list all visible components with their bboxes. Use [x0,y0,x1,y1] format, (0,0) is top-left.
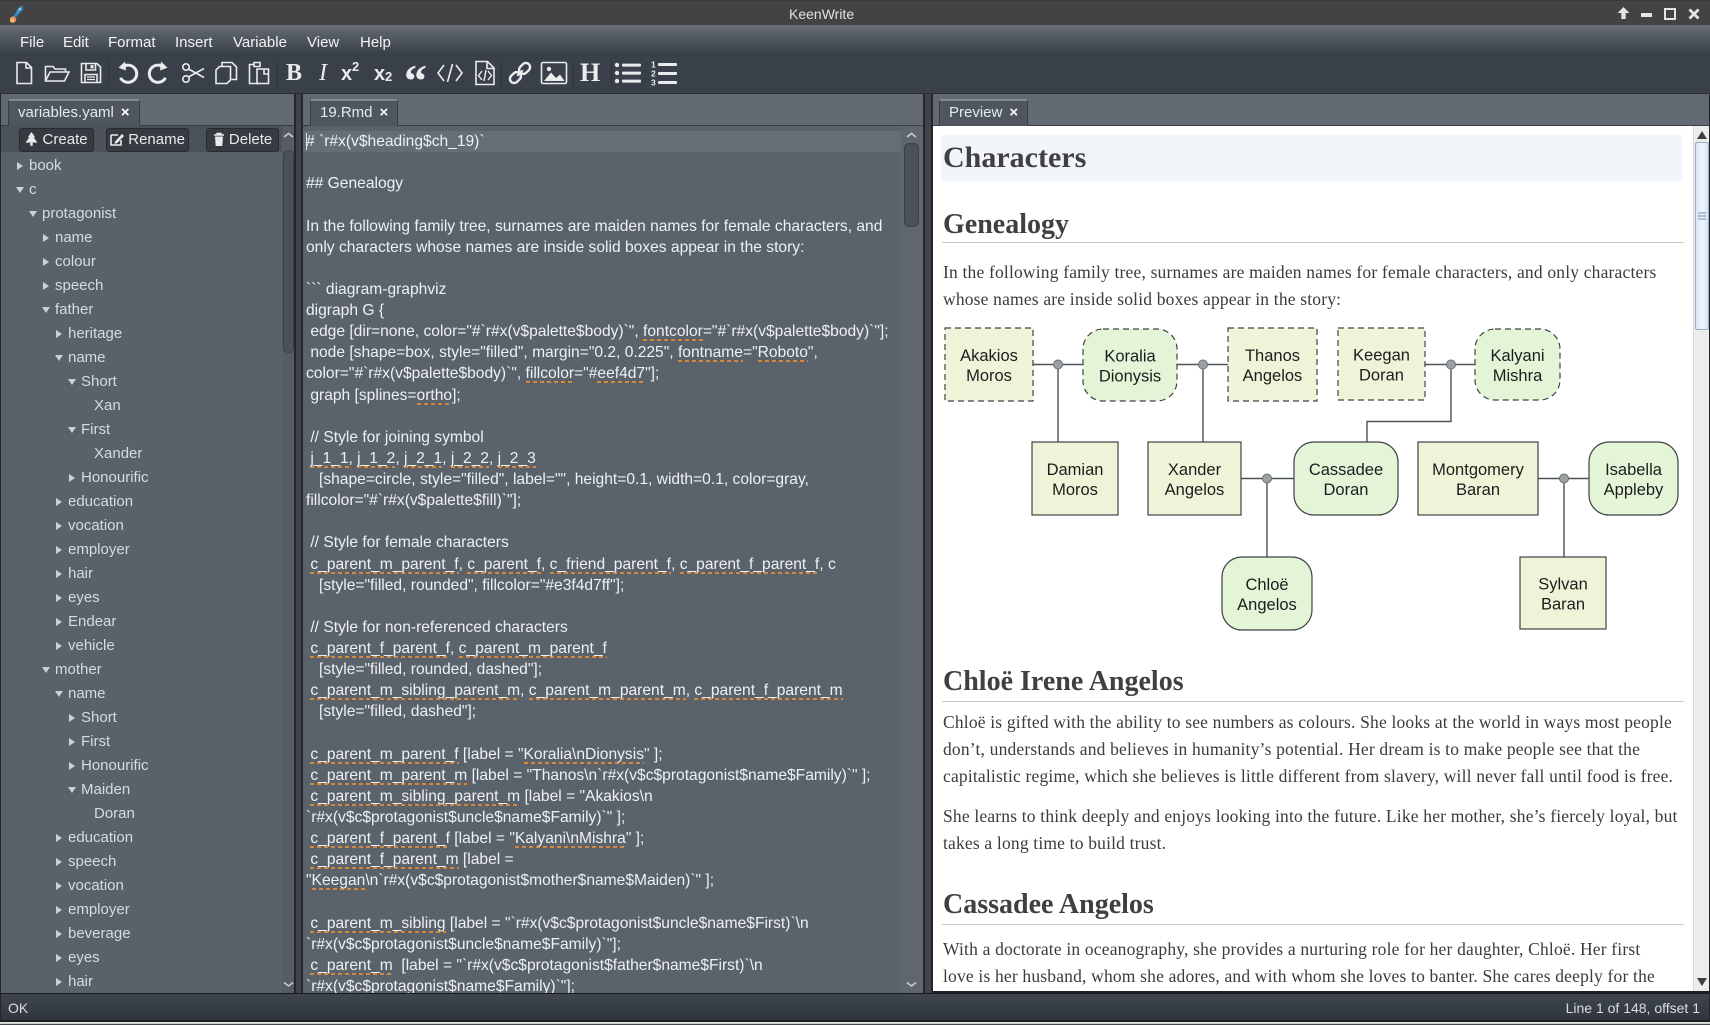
svg-text:Montgomery: Montgomery [1432,461,1524,479]
svg-text:Angelos: Angelos [1165,481,1225,499]
svg-text:Kalyani: Kalyani [1490,347,1544,365]
svg-text:Baran: Baran [1541,596,1585,614]
svg-text:Baran: Baran [1456,481,1500,499]
svg-text:Dionysis: Dionysis [1099,368,1161,386]
svg-text:Angelos: Angelos [1243,367,1303,385]
svg-text:Cassadee: Cassadee [1309,461,1383,479]
svg-text:Moros: Moros [966,367,1012,385]
svg-text:Isabella: Isabella [1605,461,1663,479]
svg-text:Appleby: Appleby [1604,481,1664,499]
svg-text:Thanos: Thanos [1245,347,1300,365]
svg-text:Xander: Xander [1168,461,1222,479]
svg-text:Moros: Moros [1052,481,1098,499]
svg-text:Akakios: Akakios [960,347,1018,365]
svg-text:Damian: Damian [1047,461,1104,479]
svg-text:Koralia: Koralia [1104,348,1156,366]
svg-text:Doran: Doran [1324,481,1369,499]
svg-text:Keegan: Keegan [1353,347,1410,365]
svg-text:Mishra: Mishra [1493,367,1543,385]
svg-text:3: 3 [651,78,656,87]
svg-text:Chloë: Chloë [1245,576,1288,594]
svg-text:“: “ [404,62,427,84]
svg-text:Angelos: Angelos [1237,596,1297,614]
svg-text:Sylvan: Sylvan [1538,576,1588,594]
svg-text:Doran: Doran [1359,367,1404,385]
